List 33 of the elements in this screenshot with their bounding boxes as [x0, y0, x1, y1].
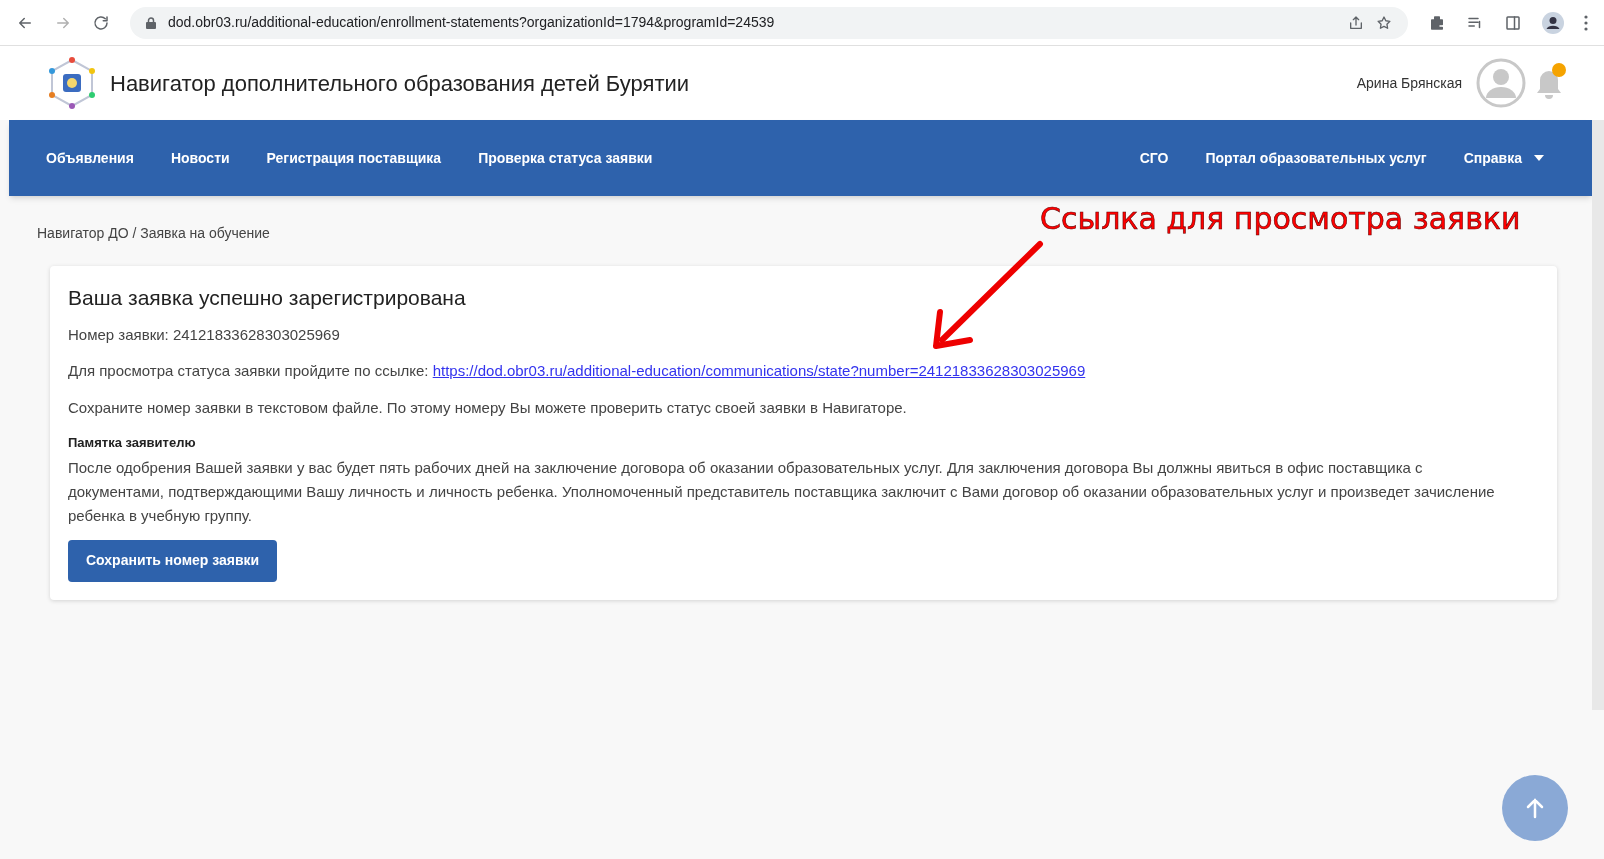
breadcrumb: Навигатор ДО / Заявка на обучение — [37, 224, 270, 243]
scrollbar[interactable] — [1592, 120, 1604, 710]
status-link-sentence: Для просмотра статуса заявки пройдите по ссылке: https://dod.obr03.ru/additional-education/communications/state?number=24121833628303025969 — [68, 361, 1087, 381]
puzzle-icon[interactable] — [1428, 13, 1446, 32]
arrow-up-icon — [1525, 797, 1545, 819]
request-number: Номер заявки: 24121833628303025969 — [68, 324, 341, 345]
nav-dropdown[interactable]: Справка — [1463, 147, 1544, 169]
nav-link[interactable]: Проверка статуса заявки — [478, 147, 653, 169]
save-hint: Сохраните номер заявки в текстовом файле. По этому номеру Вы можете проверить статус своей заявки в Навигаторе. — [68, 397, 908, 418]
share-icon[interactable] — [1348, 14, 1364, 31]
sidebar-icon[interactable] — [1504, 13, 1522, 32]
more-icon[interactable] — [1584, 14, 1588, 31]
nav-link[interactable]: СГО — [1139, 147, 1169, 169]
profile-icon[interactable] — [1542, 11, 1564, 34]
card-title: Ваша заявка успешно зарегистрирована — [68, 285, 467, 311]
star-icon[interactable] — [1376, 14, 1392, 31]
url-text: dod.obr03.ru/additional-education/enrollment-statements?organizationId=1794&programId=24539 — [168, 13, 775, 32]
lock-icon — [146, 16, 156, 29]
nav-link[interactable]: Портал образовательных услуг — [1205, 147, 1427, 169]
user-name: Арина Брянская — [1356, 73, 1462, 93]
nav-link[interactable]: Объявления — [46, 147, 134, 169]
site-title: Навигатор дополнительного образования детей Бурятии — [110, 69, 690, 98]
memo-text: После одобрения Вашей заявки у вас будет пять рабочих дней на заключение договора об оказании образовательных услуг. Для заключения договора Вы должны явиться в офис поставщика с документами, подтверждающими Вашу личность и личность ребенка. Уполномоченный представитель поставщика заключит с Вами договор об оказании образовательных услуг и произведет зачисление ребенка в учебную группу. — [68, 457, 1496, 526]
address-bar[interactable]: dod.obr03.ru/additional-education/enrollment-statements?organizationId=1794&programId=24539 — [130, 6, 1408, 39]
annotation-label: Ссылка для просмотра заявки — [1040, 200, 1521, 238]
reload-icon[interactable] — [92, 13, 110, 32]
logo-icon — [46, 57, 98, 109]
save-number-button[interactable]: Сохранить номер заявки — [68, 539, 278, 582]
caret-icon — [1534, 155, 1544, 161]
status-link[interactable]: https://dod.obr03.ru/additional-education/communications/state?number=24121833628303025969 — [432, 362, 1086, 379]
memo-title: Памятка заявителю — [68, 434, 197, 452]
nav-link[interactable]: Регистрация поставщика — [266, 147, 442, 169]
nav-link[interactable]: Новости — [170, 147, 230, 169]
